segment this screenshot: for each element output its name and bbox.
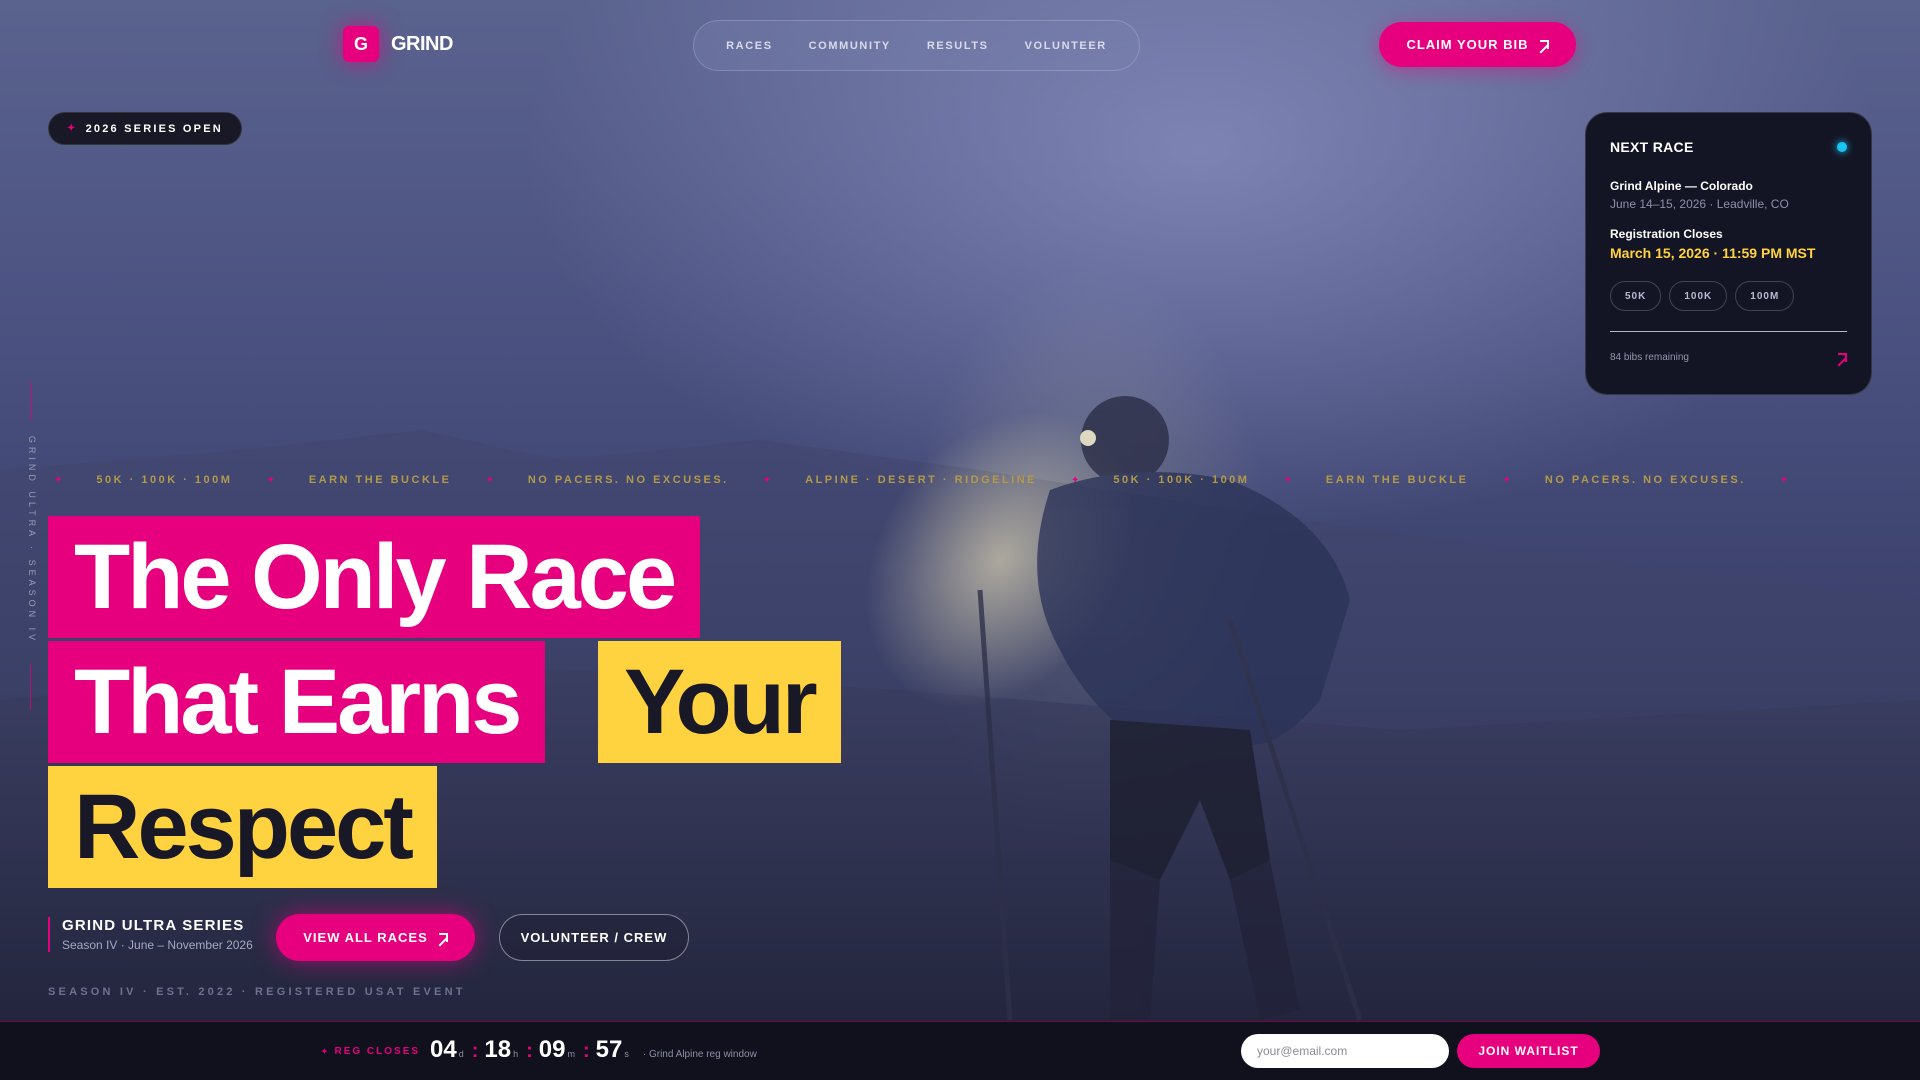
established-line: SEASON IV · EST. 2022 · REGISTERED USAT … xyxy=(48,986,466,998)
card-divider xyxy=(1610,331,1847,332)
distance-chips: 50K 100K 100M xyxy=(1610,281,1847,311)
distance-chip-100m[interactable]: 100M xyxy=(1735,281,1795,311)
plus-icon: ✦ xyxy=(321,1047,330,1056)
next-race-card: NEXT RACE Grind Alpine — Colorado June 1… xyxy=(1585,112,1872,395)
vertical-season-label: GRIND ULTRA · SEASON IV xyxy=(27,435,37,645)
nav-item-races[interactable]: RACES xyxy=(726,40,773,52)
countdown-separator: : xyxy=(526,1040,533,1062)
ticker-item: EARN THE BUCKLE xyxy=(1325,474,1469,486)
headline-line-1: The Only Race xyxy=(48,516,701,638)
next-race-title: NEXT RACE xyxy=(1610,139,1694,155)
view-all-races-label: VIEW ALL RACES xyxy=(303,930,428,945)
plus-icon: ✦ xyxy=(266,474,275,486)
countdown-separator: : xyxy=(471,1040,479,1062)
ticker-item: EARN THE BUCKLE xyxy=(308,474,452,486)
claim-bib-button[interactable]: CLAIM YOUR BIB xyxy=(1379,22,1576,67)
race-date: June 14–15, 2026 · Leadville, CO xyxy=(1610,197,1789,211)
headline-line-3: Respect xyxy=(48,766,437,888)
brand-name: GRIND xyxy=(391,32,453,55)
countdown-hours-unit: h xyxy=(513,1049,519,1059)
arrow-up-right-icon[interactable] xyxy=(1837,352,1847,363)
vertical-rule-bottom xyxy=(30,664,31,710)
registration-label: Registration Closes xyxy=(1610,227,1723,241)
headlamp-beam xyxy=(865,411,1135,709)
plus-icon: ✦ xyxy=(1071,474,1080,486)
view-all-races-button[interactable]: VIEW ALL RACES xyxy=(276,914,475,961)
registration-date: March 15, 2026 · 11:59 PM MST xyxy=(1610,245,1816,261)
race-name: Grind Alpine — Colorado xyxy=(1610,179,1753,193)
live-indicator-icon xyxy=(1837,142,1847,152)
plus-icon: ✦ xyxy=(485,474,494,486)
claim-bib-label: CLAIM YOUR BIB xyxy=(1406,37,1529,52)
headline-line-2b: Your xyxy=(598,641,841,763)
nav-item-community[interactable]: COMMUNITY xyxy=(809,40,891,52)
brand-logo[interactable]: G GRIND xyxy=(343,26,453,62)
ticker-item: NO PACERS. NO EXCUSES. xyxy=(1544,474,1746,486)
series-info: GRIND ULTRA SERIES Season IV · June – No… xyxy=(48,917,253,952)
ticker-item: ALPINE · DESERT · RIDGELINE xyxy=(805,474,1038,486)
reg-closes-label: ✦ REG CLOSES xyxy=(321,1046,421,1057)
ticker-item: 50K · 100K · 100M xyxy=(96,474,233,486)
logo-mark: G xyxy=(343,26,379,62)
series-subtitle: Season IV · June – November 2026 xyxy=(62,938,253,952)
nav-item-volunteer[interactable]: VOLUNTEER xyxy=(1025,40,1107,52)
countdown-minutes-unit: m xyxy=(567,1049,575,1059)
registration-countdown: 04 d : 18 h : 09 m : 57 s · Grind Alpine… xyxy=(430,1036,757,1064)
main-nav: RACES COMMUNITY RESULTS VOLUNTEER xyxy=(693,20,1140,71)
tagline-ticker: ✦ 50K · 100K · 100M ✦ EARN THE BUCKLE ✦ … xyxy=(48,474,1878,486)
series-open-label: 2026 SERIES OPEN xyxy=(85,122,223,135)
countdown-days: 04 xyxy=(430,1036,457,1063)
plus-icon: ✦ xyxy=(67,123,78,134)
runner-figure xyxy=(977,396,1363,1021)
distance-chip-50k[interactable]: 50K xyxy=(1610,281,1662,311)
plus-icon: ✦ xyxy=(1283,474,1292,486)
bottom-bar: ✦ REG CLOSES 04 d : 18 h : 09 m : 57 s ·… xyxy=(0,1021,1920,1080)
series-name: GRIND ULTRA SERIES xyxy=(62,917,245,934)
distance-chip-100k[interactable]: 100K xyxy=(1669,281,1728,311)
plus-icon: ✦ xyxy=(54,474,63,486)
email-field[interactable] xyxy=(1241,1034,1449,1068)
join-waitlist-button[interactable]: JOIN WAITLIST xyxy=(1457,1034,1600,1068)
nav-item-results[interactable]: RESULTS xyxy=(927,40,989,52)
ticker-item: NO PACERS. NO EXCUSES. xyxy=(527,474,729,486)
countdown-hours: 18 xyxy=(484,1036,512,1063)
countdown-seconds-unit: s xyxy=(624,1049,629,1059)
countdown-note: · Grind Alpine reg window xyxy=(642,1049,757,1060)
volunteer-crew-button[interactable]: VOLUNTEER / CREW xyxy=(499,914,689,961)
arrow-up-right-icon xyxy=(438,932,448,943)
headline-line-2a: That Earns xyxy=(48,641,546,763)
ticker-item: 50K · 100K · 100M xyxy=(1113,474,1250,486)
countdown-days-unit: d xyxy=(458,1049,464,1059)
series-open-badge: ✦ 2026 SERIES OPEN xyxy=(48,112,242,145)
plus-icon: ✦ xyxy=(762,474,772,486)
plus-icon: ✦ xyxy=(1502,474,1511,486)
bibs-remaining: 84 bibs remaining xyxy=(1610,352,1689,363)
countdown-minutes: 09 xyxy=(538,1036,566,1063)
countdown-seconds: 57 xyxy=(595,1036,623,1063)
vertical-rule-top xyxy=(30,382,31,420)
arrow-up-right-icon xyxy=(1539,39,1549,50)
plus-icon: ✦ xyxy=(1779,474,1789,486)
countdown-separator: : xyxy=(582,1040,590,1062)
